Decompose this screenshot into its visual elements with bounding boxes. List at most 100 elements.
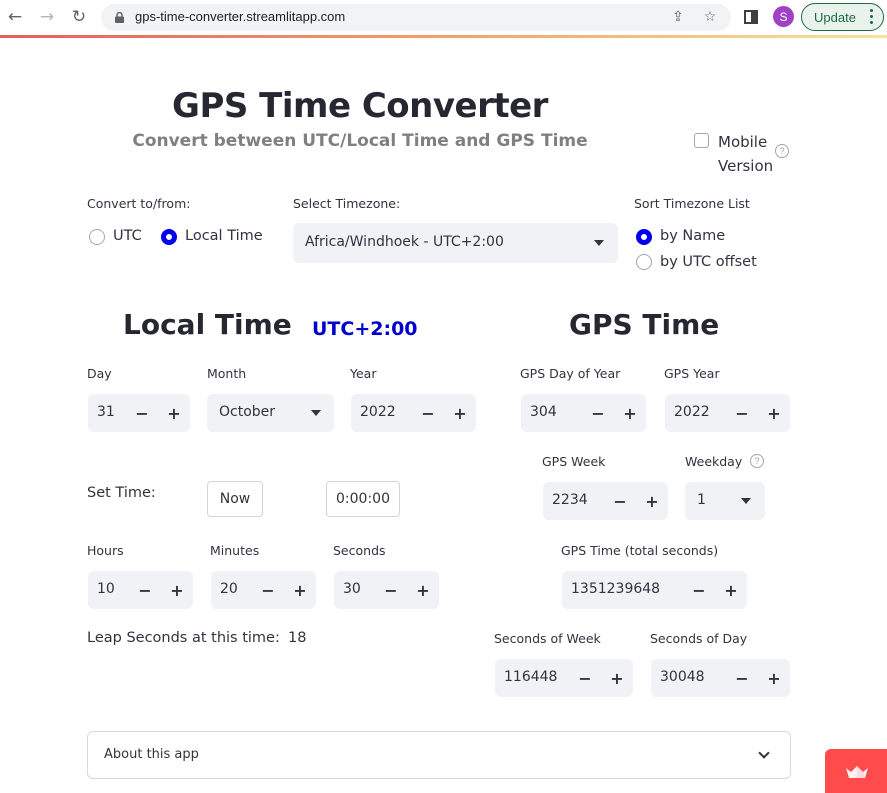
local-time-heading: Local Time: [123, 308, 292, 341]
hours-increment[interactable]: +: [161, 571, 193, 609]
minutes-decrement[interactable]: −: [252, 571, 284, 609]
streamlit-badge[interactable]: [825, 749, 887, 793]
gps-week-input[interactable]: 2234 − +: [543, 482, 668, 520]
minutes-value[interactable]: 20: [220, 581, 238, 597]
browser-toolbar: ← → ↻ gps-time-converter.streamlitapp.co…: [0, 0, 887, 35]
mobile-version-checkbox[interactable]: [694, 133, 709, 148]
menu-dots-icon[interactable]: [870, 9, 874, 24]
set-time-label: Set Time:: [87, 485, 156, 501]
midnight-button[interactable]: 0:00:00: [326, 481, 400, 517]
forward-icon[interactable]: →: [36, 6, 58, 28]
radio-local-time-label[interactable]: Local Time: [185, 228, 263, 244]
profile-avatar[interactable]: S: [773, 6, 794, 27]
gps-day-of-year-label: GPS Day of Year: [520, 366, 621, 381]
radio-by-utc-offset[interactable]: [636, 254, 652, 270]
gps-total-seconds-increment[interactable]: +: [715, 571, 747, 609]
gps-week-label: GPS Week: [542, 454, 606, 469]
timezone-select[interactable]: Africa/Windhoek - UTC+2:00: [293, 223, 618, 263]
gps-year-decrement[interactable]: −: [726, 394, 758, 432]
mobile-label-line1: Mobile: [718, 133, 768, 151]
year-label: Year: [350, 366, 377, 381]
lock-icon: [115, 12, 124, 23]
hours-value[interactable]: 10: [97, 581, 115, 597]
day-value[interactable]: 31: [97, 404, 115, 420]
day-label: Day: [87, 366, 112, 381]
utc-offset-tag: UTC+2:00: [312, 318, 418, 340]
star-icon[interactable]: ☆: [701, 8, 719, 26]
caret-down-icon: [311, 410, 321, 416]
about-label: About this app: [104, 747, 199, 762]
weekday-help-icon[interactable]: ?: [750, 454, 764, 468]
seconds-decrement[interactable]: −: [375, 571, 407, 609]
radio-by-name[interactable]: [636, 229, 652, 245]
gps-week-value[interactable]: 2234: [552, 492, 588, 508]
gps-day-of-year-input[interactable]: 304 − +: [521, 394, 646, 432]
weekday-label: Weekday: [685, 454, 743, 469]
radio-by-utc-offset-label[interactable]: by UTC offset: [660, 254, 757, 270]
year-decrement[interactable]: −: [412, 394, 444, 432]
seconds-of-week-input[interactable]: 116448 − +: [495, 659, 633, 697]
seconds-of-day-decrement[interactable]: −: [726, 659, 758, 697]
hours-input[interactable]: 10 − +: [88, 571, 193, 609]
about-expander[interactable]: About this app: [87, 731, 791, 779]
radio-local-time[interactable]: [161, 229, 177, 245]
hours-decrement[interactable]: −: [129, 571, 161, 609]
day-increment[interactable]: +: [158, 394, 190, 432]
mobile-label-line2: Version: [718, 157, 774, 175]
gps-year-input[interactable]: 2022 − +: [665, 394, 790, 432]
reload-icon[interactable]: ↻: [68, 6, 90, 28]
year-increment[interactable]: +: [444, 394, 476, 432]
seconds-of-week-label: Seconds of Week: [494, 631, 601, 646]
day-decrement[interactable]: −: [126, 394, 158, 432]
gps-total-seconds-label: GPS Time (total seconds): [561, 543, 719, 558]
gps-day-of-year-decrement[interactable]: −: [582, 394, 614, 432]
gps-year-increment[interactable]: +: [758, 394, 790, 432]
year-value[interactable]: 2022: [360, 404, 396, 420]
seconds-of-day-increment[interactable]: +: [758, 659, 790, 697]
now-button[interactable]: Now: [207, 481, 263, 517]
month-select[interactable]: October: [207, 394, 334, 432]
url-text[interactable]: gps-time-converter.streamlitapp.com: [135, 9, 345, 24]
back-icon[interactable]: ←: [4, 6, 26, 28]
mobile-version-label[interactable]: Mobile Version: [718, 130, 773, 178]
address-bar[interactable]: gps-time-converter.streamlitapp.com ⇪ ☆: [101, 4, 731, 31]
year-input[interactable]: 2022 − +: [351, 394, 476, 432]
timezone-value: Africa/Windhoek - UTC+2:00: [305, 234, 504, 250]
update-button[interactable]: Update: [801, 3, 884, 31]
gps-year-label: GPS Year: [664, 366, 720, 381]
leap-seconds-value: 18: [288, 630, 307, 646]
gps-total-seconds-decrement[interactable]: −: [683, 571, 715, 609]
seconds-input[interactable]: 30 − +: [334, 571, 439, 609]
radio-utc[interactable]: [89, 229, 105, 245]
seconds-of-week-increment[interactable]: +: [601, 659, 633, 697]
gps-week-increment[interactable]: +: [636, 482, 668, 520]
gps-total-seconds-input[interactable]: 1351239648 − +: [562, 571, 747, 609]
seconds-value[interactable]: 30: [343, 581, 361, 597]
gps-day-of-year-increment[interactable]: +: [614, 394, 646, 432]
update-label: Update: [814, 10, 856, 25]
app-container: GPS Time Converter Convert between UTC/L…: [0, 38, 887, 793]
day-input[interactable]: 31 − +: [88, 394, 190, 432]
side-panel-icon[interactable]: [744, 10, 758, 24]
gps-day-of-year-value[interactable]: 304: [530, 404, 557, 420]
caret-down-icon: [741, 498, 751, 504]
seconds-of-week-decrement[interactable]: −: [569, 659, 601, 697]
radio-by-name-label[interactable]: by Name: [660, 228, 725, 244]
seconds-of-day-input[interactable]: 30048 − +: [651, 659, 790, 697]
page-subtitle: Convert between UTC/Local Time and GPS T…: [132, 131, 588, 151]
sort-label: Sort Timezone List: [634, 196, 750, 211]
minutes-label: Minutes: [210, 543, 260, 558]
gps-year-value[interactable]: 2022: [674, 404, 710, 420]
seconds-increment[interactable]: +: [407, 571, 439, 609]
gps-total-seconds-value[interactable]: 1351239648: [571, 581, 660, 597]
minutes-input[interactable]: 20 − +: [211, 571, 316, 609]
weekday-select[interactable]: 1: [685, 482, 765, 520]
help-icon[interactable]: ?: [775, 144, 789, 158]
minutes-increment[interactable]: +: [284, 571, 316, 609]
seconds-of-day-value[interactable]: 30048: [660, 669, 705, 685]
seconds-of-week-value[interactable]: 116448: [504, 669, 557, 685]
share-icon[interactable]: ⇪: [669, 8, 687, 26]
radio-utc-label[interactable]: UTC: [113, 228, 142, 244]
gps-week-decrement[interactable]: −: [604, 482, 636, 520]
seconds-of-day-label: Seconds of Day: [650, 631, 748, 646]
